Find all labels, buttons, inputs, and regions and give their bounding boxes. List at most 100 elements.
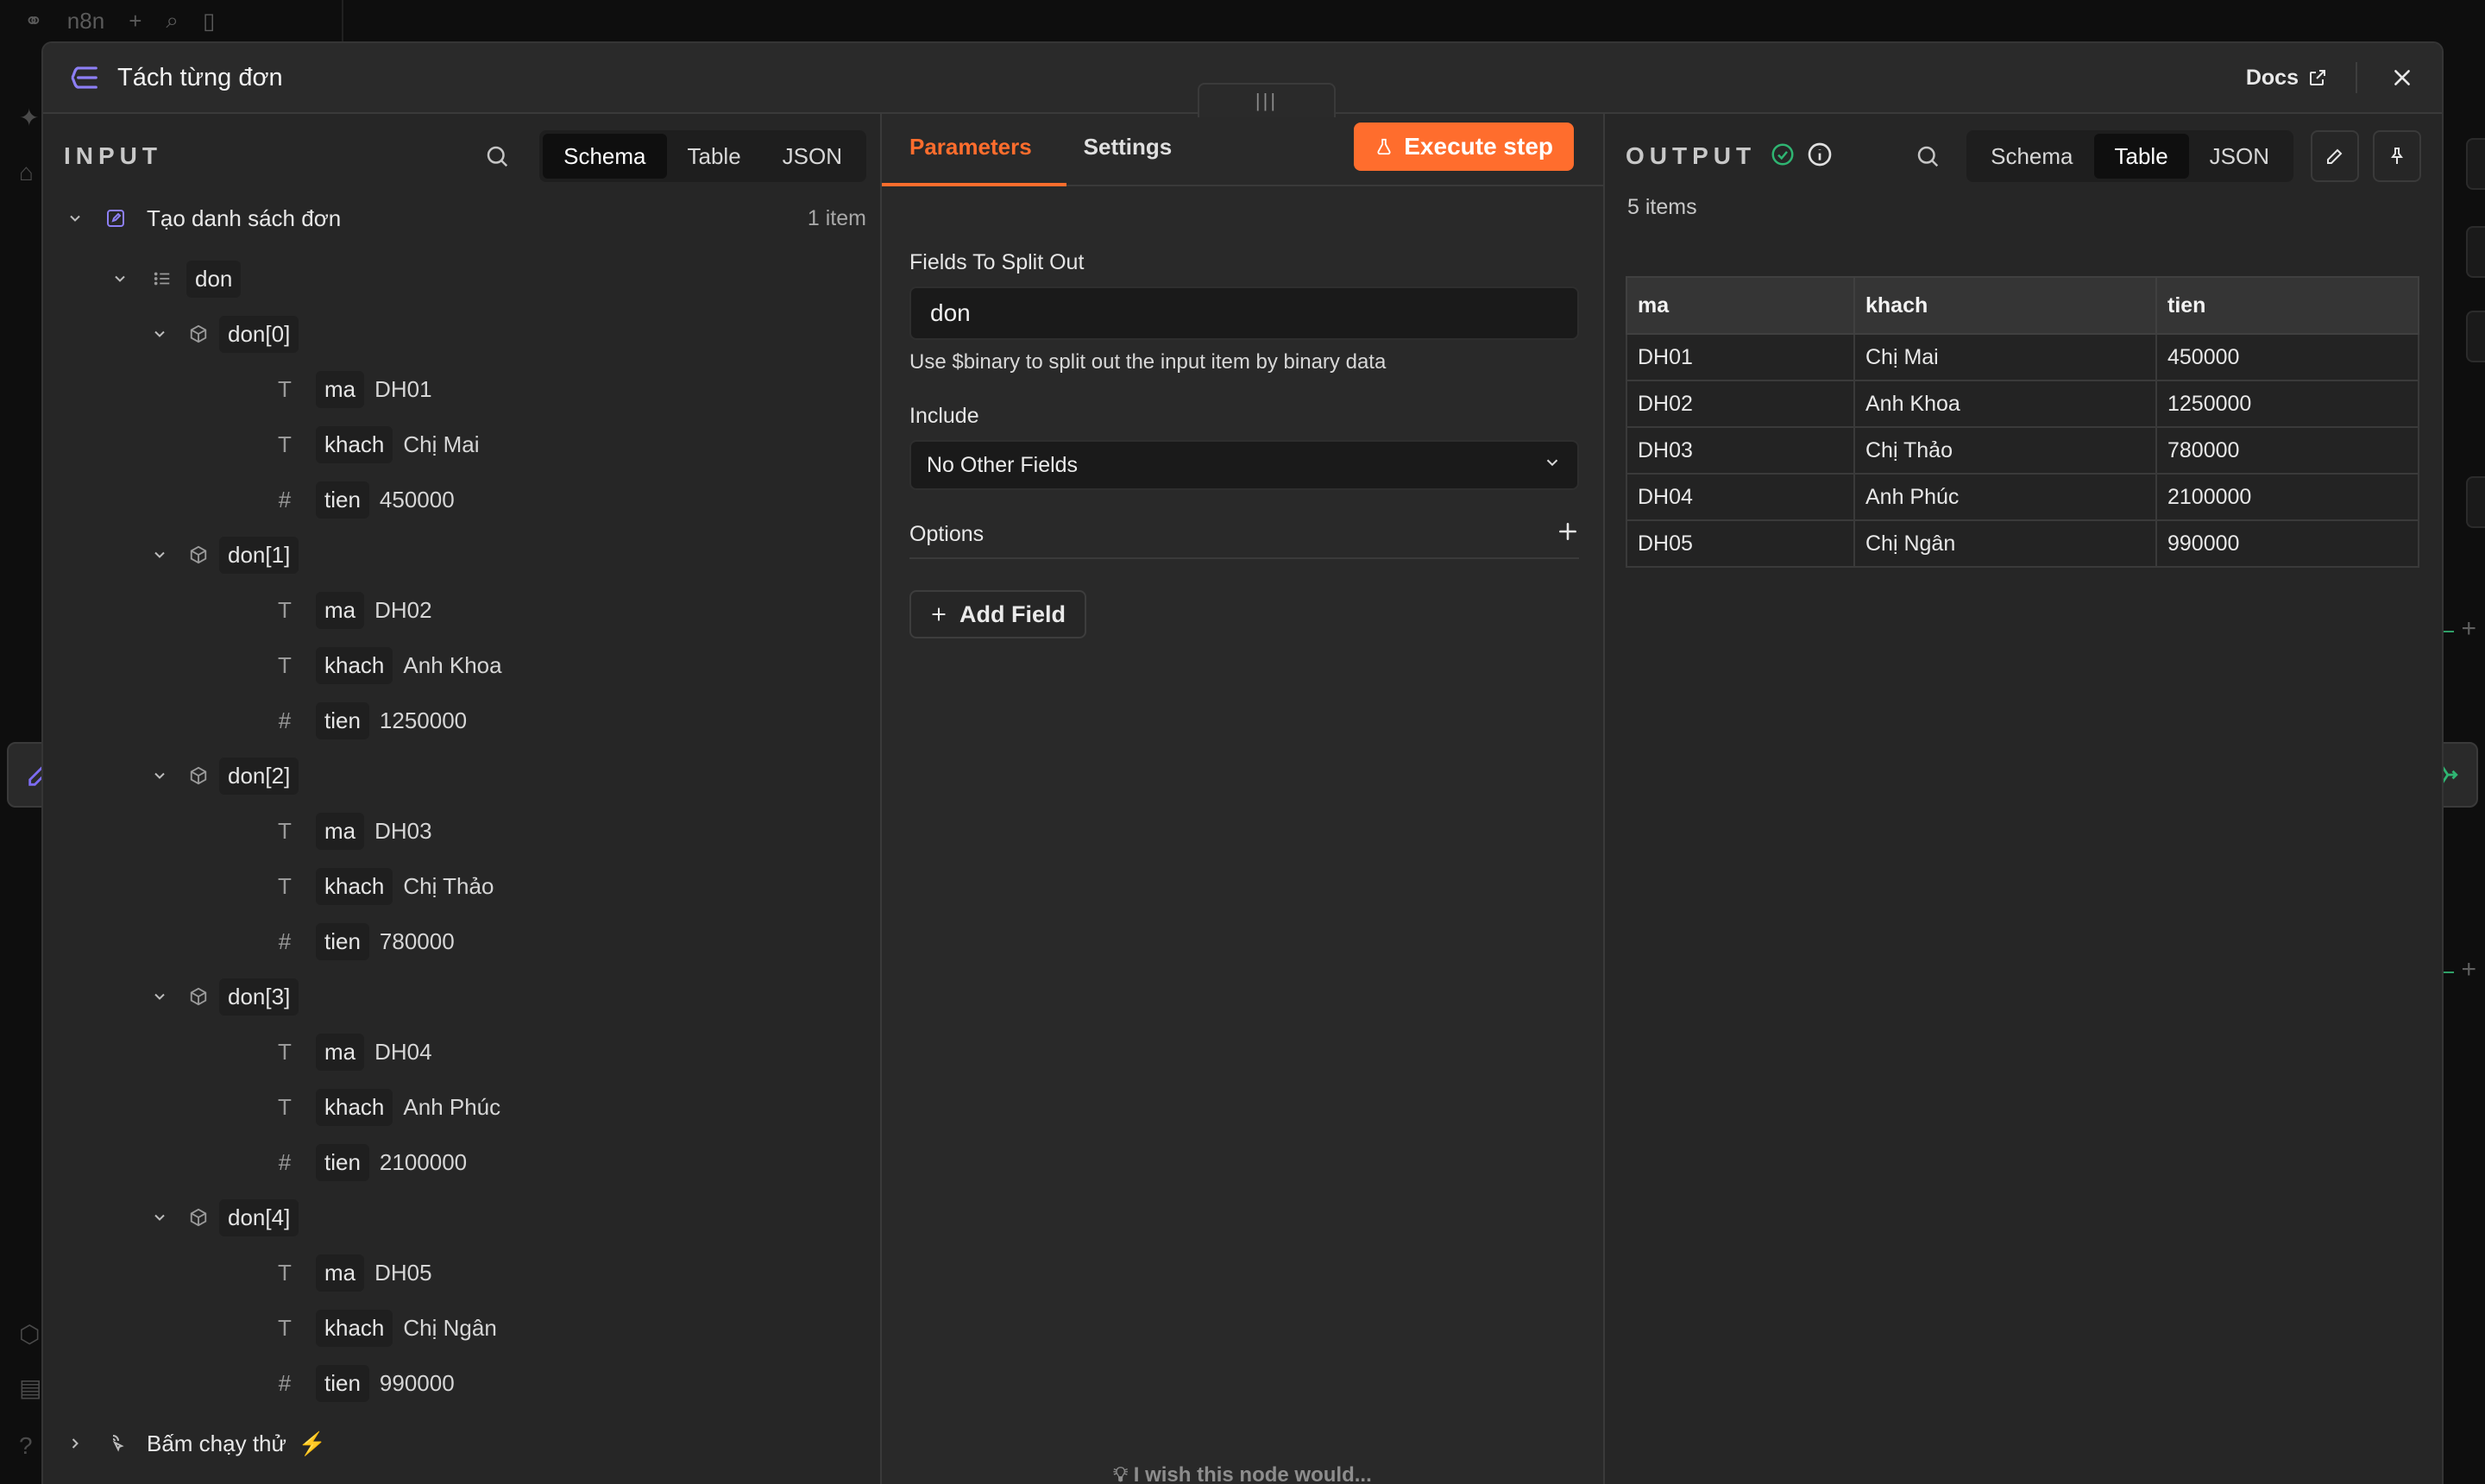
output-table: ma khach tien DH01 Chị Mai 450000 DH02 A… <box>1626 276 2419 568</box>
external-link-icon <box>2310 70 2325 85</box>
chevron-down-icon[interactable] <box>147 542 173 568</box>
chevron-down-icon[interactable] <box>107 266 133 292</box>
sidebar-toggle-icon[interactable]: ▯ <box>203 8 215 35</box>
object-icon <box>186 766 211 785</box>
chevron-right-icon[interactable] <box>62 1431 88 1456</box>
trigger-node-name: Bấm chạy thử <box>147 1430 286 1456</box>
add-option-icon[interactable] <box>1557 520 1579 549</box>
tree-node-source[interactable]: Tạo danh sách đơn 1 item <box>62 197 880 240</box>
add-icon[interactable]: + <box>129 8 142 35</box>
help-icon[interactable]: ? <box>19 1432 33 1460</box>
column-header[interactable]: tien <box>2155 276 2419 335</box>
canvas-topbar: ⚭ n8n + ⌕ ▯ <box>0 0 345 41</box>
search-icon[interactable]: ⌕ <box>166 7 179 35</box>
check-circle-icon <box>1770 141 1796 172</box>
tree-object[interactable]: don[0] <box>147 312 299 355</box>
string-type-icon: T <box>278 651 292 678</box>
table-cell: 990000 <box>2155 519 2419 568</box>
tree-object[interactable]: don[4] <box>147 1196 299 1239</box>
string-type-icon: T <box>278 1038 292 1065</box>
close-icon <box>2394 70 2410 85</box>
number-type-icon: # <box>278 1369 292 1396</box>
table-cell: Anh Khoa <box>1853 380 2157 428</box>
string-type-icon: T <box>278 817 292 844</box>
field-key: khach <box>316 867 393 905</box>
output-tab-json[interactable]: JSON <box>2189 134 2290 179</box>
table-cell: DH05 <box>1626 519 1855 568</box>
tree-node-trigger[interactable]: Bấm chạy thử ⚡ <box>62 1422 326 1465</box>
tree-field-khach: Tkhach Chị Mai <box>273 423 480 466</box>
tab-parameters[interactable]: Parameters <box>882 134 1066 186</box>
docs-link[interactable]: Docs <box>2246 66 2328 91</box>
column-header[interactable]: ma <box>1626 276 1855 335</box>
tree-field-khach: Tkhach Anh Phúc <box>273 1085 500 1129</box>
input-tab-schema[interactable]: Schema <box>543 134 667 179</box>
include-select[interactable]: No Other Fields <box>909 440 1579 490</box>
modal-title[interactable]: Tách từng đơn <box>117 64 283 92</box>
tab-settings[interactable]: Settings <box>1084 134 1180 185</box>
chevron-down-icon[interactable] <box>147 1204 173 1230</box>
number-type-icon: # <box>278 486 292 512</box>
canvas-add-node-icon[interactable]: + <box>2461 614 2476 644</box>
input-search-button[interactable] <box>477 136 517 176</box>
close-button[interactable] <box>2385 60 2419 95</box>
insights-icon[interactable]: ▤ <box>19 1374 41 1402</box>
table-row: DH05 Chị Ngân 990000 <box>1626 519 2419 568</box>
panel-drag-handle[interactable]: ||| <box>1198 83 1336 117</box>
output-label: OUTPUT <box>1626 142 1757 169</box>
field-key: ma <box>316 1033 365 1071</box>
object-index: don[2] <box>219 757 299 795</box>
tree-field-khach: Tkhach Chị Ngân <box>273 1306 497 1349</box>
field-value: 780000 <box>379 928 455 954</box>
output-view-switch: Schema Table JSON <box>1966 130 2293 182</box>
column-header[interactable]: khach <box>1853 276 2157 335</box>
pencil-icon <box>2327 148 2343 164</box>
add-field-label: Add Field <box>959 601 1066 627</box>
search-icon <box>1917 146 1939 167</box>
chevron-down-icon[interactable] <box>147 763 173 789</box>
field-value: DH04 <box>374 1038 432 1065</box>
table-cell: Chị Ngân <box>1853 519 2157 568</box>
split-out-icon <box>66 60 102 96</box>
binary-hint: Use $binary to split out the input item … <box>909 350 1387 374</box>
field-value: DH03 <box>374 817 432 844</box>
edit-output-button[interactable] <box>2311 130 2359 182</box>
field-value: 2100000 <box>379 1148 468 1175</box>
feedback-link[interactable]: 💡︎ I wish this node would... <box>882 1463 1603 1484</box>
canvas-add-node-icon[interactable]: + <box>2461 955 2476 984</box>
home-icon[interactable]: ⌂ <box>19 159 34 186</box>
field-key: khach <box>316 1088 393 1126</box>
tree-object[interactable]: don[3] <box>147 975 299 1018</box>
search-icon <box>487 146 508 167</box>
param-tabs: Parameters Settings Execute step <box>882 114 1603 186</box>
n8n-logo-icon: ⚭ <box>24 7 43 34</box>
field-key: tien <box>316 481 369 519</box>
pin-output-button[interactable] <box>2373 130 2421 182</box>
output-tab-table[interactable]: Table <box>2093 134 2189 179</box>
input-view-switch: Schema Table JSON <box>539 130 866 182</box>
fields-to-split-input[interactable]: don <box>909 286 1579 340</box>
info-icon[interactable] <box>1806 141 1834 173</box>
chevron-down-icon[interactable] <box>62 205 88 231</box>
plus-icon <box>932 607 946 621</box>
input-tab-table[interactable]: Table <box>667 134 762 179</box>
field-value: 450000 <box>379 486 455 512</box>
chevron-down-icon[interactable] <box>147 321 173 347</box>
tree-object[interactable]: don[2] <box>147 754 299 797</box>
object-index: don[4] <box>219 1198 299 1236</box>
list-icon <box>150 269 174 288</box>
array-key: don <box>186 260 242 298</box>
object-icon <box>186 324 211 343</box>
tree-object[interactable]: don[1] <box>147 533 299 576</box>
add-field-button[interactable]: Add Field <box>909 590 1086 638</box>
chevron-down-icon[interactable] <box>147 984 173 1009</box>
docs-label: Docs <box>2245 65 2299 90</box>
output-tab-schema[interactable]: Schema <box>1970 134 2093 179</box>
output-search-button[interactable] <box>1908 136 1947 176</box>
execute-step-button[interactable]: Execute step <box>1354 123 1574 171</box>
tree-array-don[interactable]: don <box>107 257 242 300</box>
templates-icon[interactable]: ✦ <box>19 104 39 132</box>
packages-icon[interactable]: ⬡ <box>19 1320 40 1349</box>
input-tab-json[interactable]: JSON <box>762 134 863 179</box>
fields-to-split-label: Fields To Split Out <box>909 250 1085 274</box>
